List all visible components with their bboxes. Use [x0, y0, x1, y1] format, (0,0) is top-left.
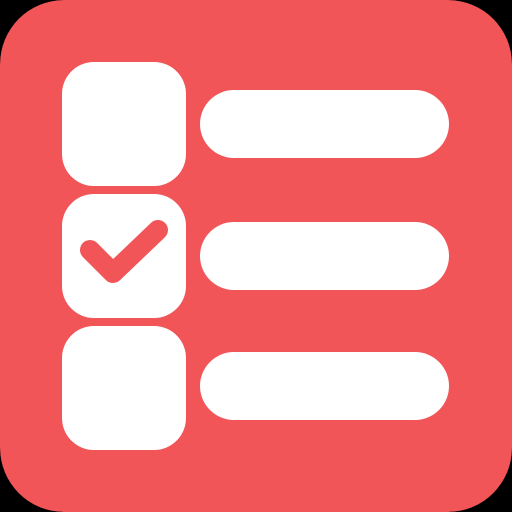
checklist-app-icon: [0, 0, 512, 512]
checkbox-empty-icon: [62, 62, 186, 186]
list-line-1: [200, 90, 449, 158]
list-line-3: [200, 352, 449, 420]
list-line-2: [200, 222, 449, 290]
checkbox-empty-icon: [62, 326, 186, 450]
checklist-icon-graphic: [0, 0, 512, 512]
